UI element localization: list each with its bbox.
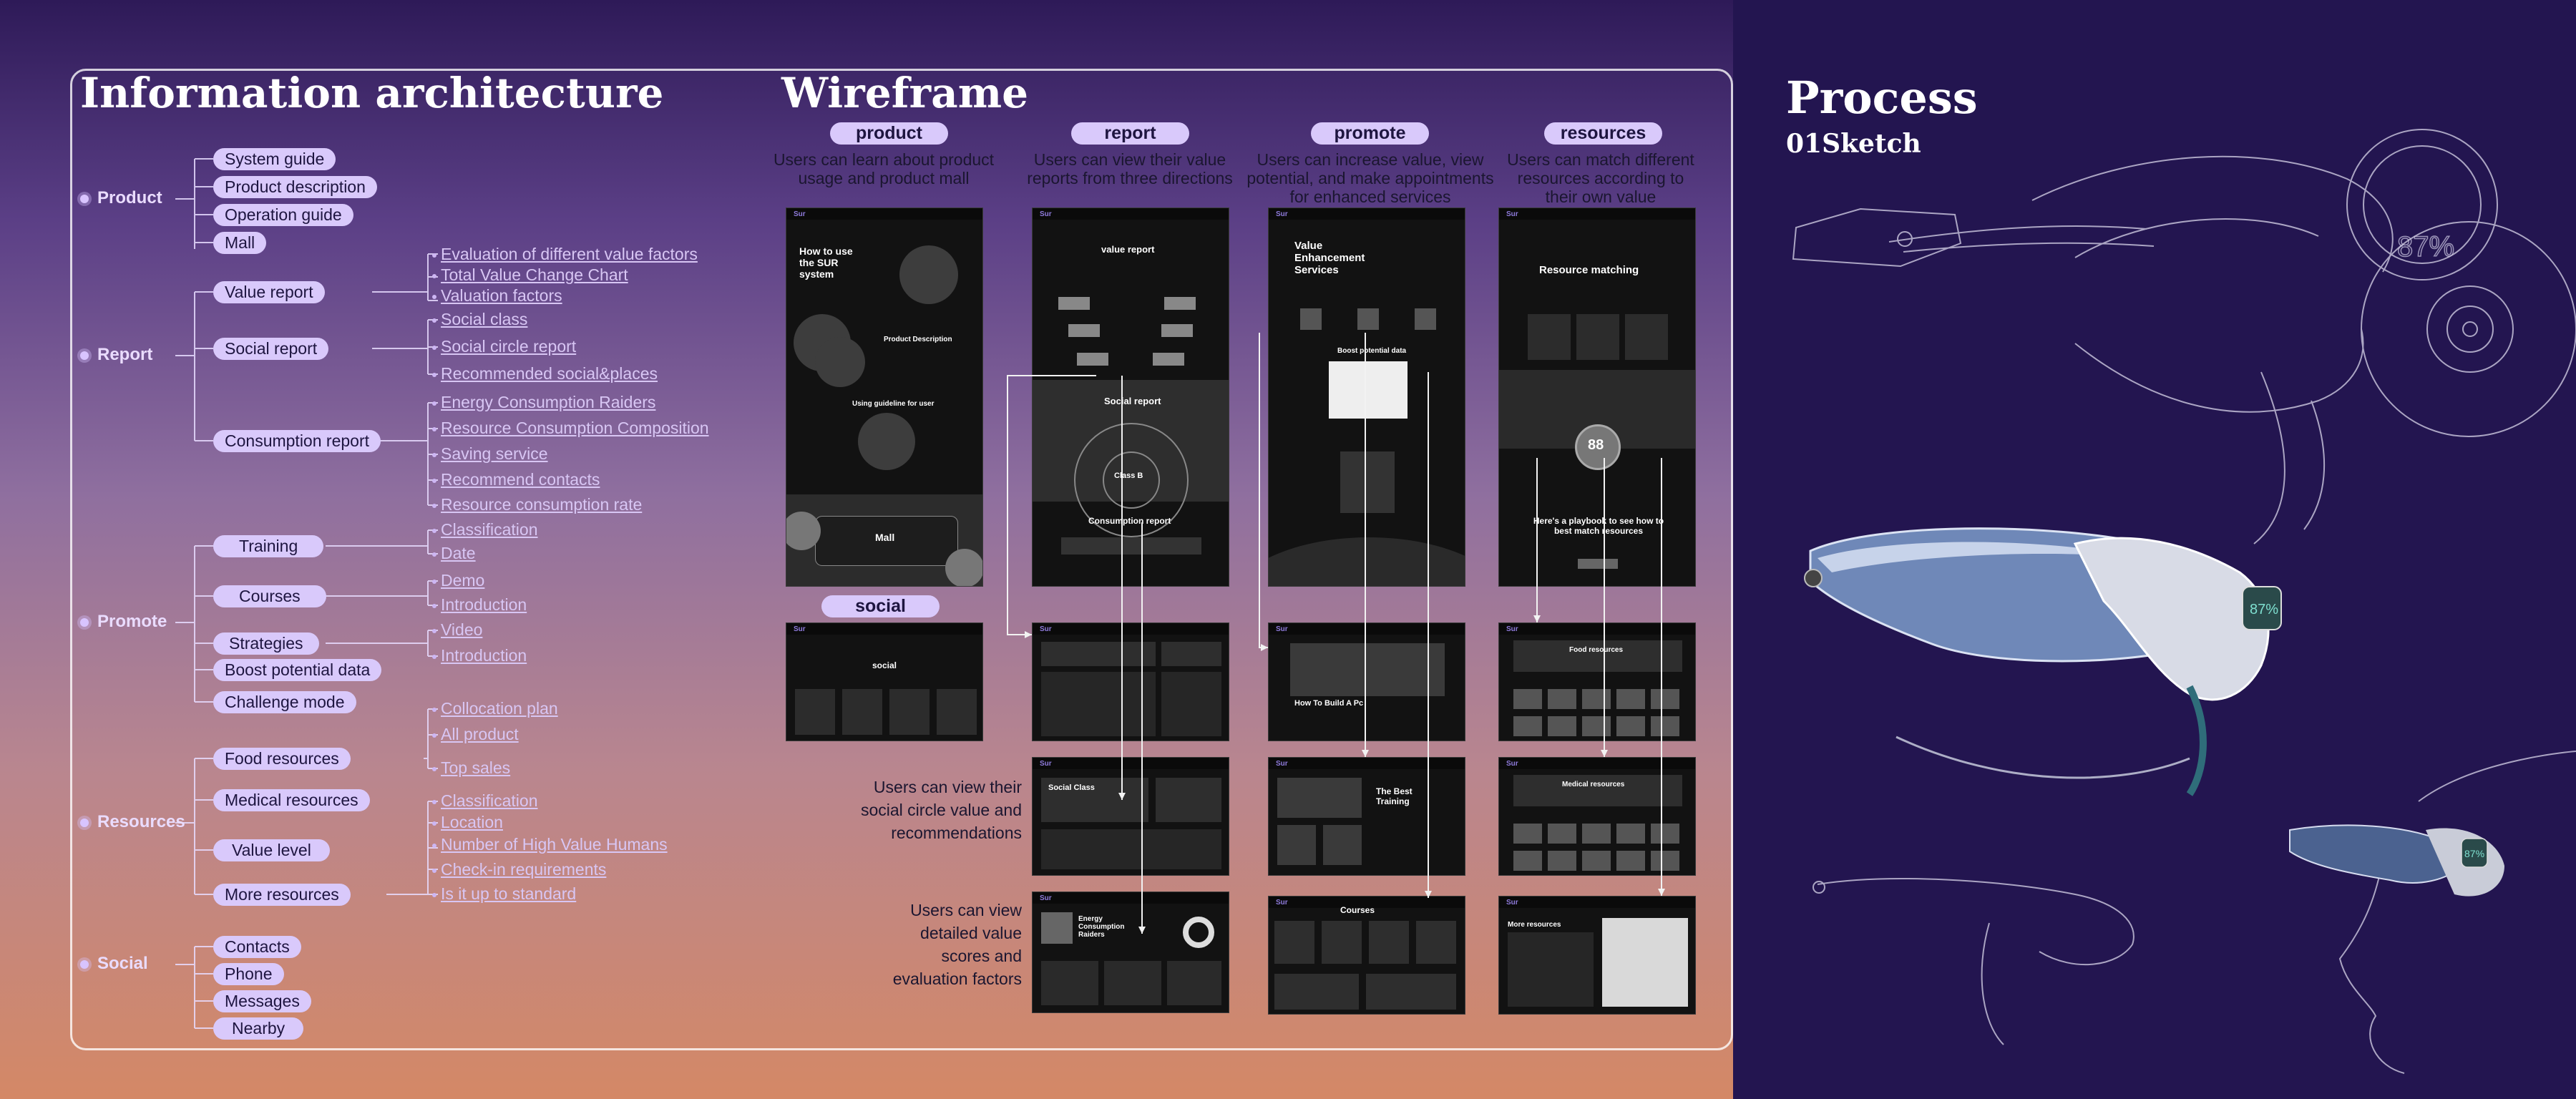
sketch-glasses-top xyxy=(1792,129,2576,544)
sketch-hud-text: 87% xyxy=(2464,848,2484,859)
sketch-glasses-bottom xyxy=(1813,751,2576,1074)
sketch-rendered-glasses xyxy=(1804,527,2282,796)
sketch-hud-text: 87% xyxy=(2250,602,2278,617)
sketch-head-glasses xyxy=(2289,824,2504,897)
sketch-hud-text: 87% xyxy=(2397,231,2454,263)
sketch-drawings: 87% 87% 87% xyxy=(1792,129,2576,1074)
